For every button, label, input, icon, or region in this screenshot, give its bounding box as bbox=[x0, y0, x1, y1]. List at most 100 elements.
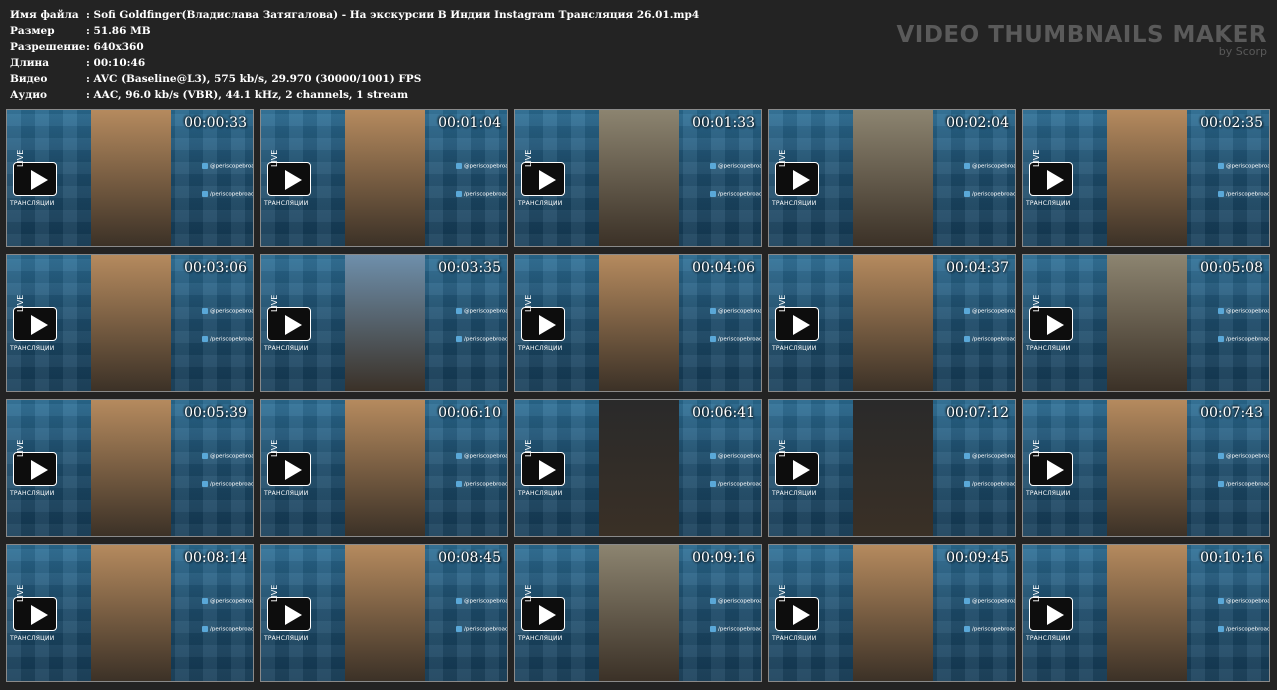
video-thumbnail[interactable]: LIVE ТРАНСЛЯЦИИ @periscopebroad/periscopeb… bbox=[260, 109, 508, 247]
twitter-icon bbox=[1218, 598, 1224, 604]
live-logo-text: LIVE bbox=[524, 439, 533, 457]
video-thumbnail[interactable]: LIVE ТРАНСЛЯЦИИ @periscopebroad/periscopeb… bbox=[1022, 544, 1270, 682]
vk-handle: /periscopebroad bbox=[456, 626, 508, 633]
twitter-handle: @periscopebroad bbox=[1218, 308, 1270, 315]
meta-row: Длина: 00:10:46 bbox=[10, 55, 699, 71]
video-thumbnail[interactable]: LIVE ТРАНСЛЯЦИИ @periscopebroad/periscopeb… bbox=[260, 399, 508, 537]
vk-handle-text: /periscopebroad bbox=[464, 191, 508, 198]
twitter-icon bbox=[964, 308, 970, 314]
video-thumbnail[interactable]: LIVE ТРАНСЛЯЦИИ @periscopebroad/periscopeb… bbox=[260, 544, 508, 682]
vk-handle-text: /periscopebroad bbox=[464, 626, 508, 633]
video-thumbnail[interactable]: LIVE ТРАНСЛЯЦИИ @periscopebroad/periscopeb… bbox=[514, 109, 762, 247]
timestamp: 00:02:35 bbox=[1200, 115, 1263, 131]
twitter-handle: @periscopebroad bbox=[202, 453, 254, 460]
live-logo-text: LIVE bbox=[16, 439, 25, 457]
video-frame bbox=[1107, 255, 1187, 391]
twitter-handle-text: @periscopebroad bbox=[718, 308, 762, 315]
video-frame bbox=[853, 400, 933, 536]
video-thumbnail[interactable]: LIVE ТРАНСЛЯЦИИ @periscopebroad/periscopeb… bbox=[768, 109, 1016, 247]
twitter-handle: @periscopebroad bbox=[202, 598, 253, 605]
vk-handle: /periscopebroad bbox=[456, 481, 508, 488]
meta-value: : Sofi Goldfinger(Владислава Затягалова)… bbox=[86, 9, 700, 21]
live-logo-icon: LIVE bbox=[13, 585, 57, 631]
vk-handle-text: /periscopebroad bbox=[210, 481, 254, 488]
twitter-handle: @periscopebroad bbox=[964, 163, 1016, 170]
video-thumbnail[interactable]: LIVE ТРАНСЛЯЦИИ @periscopebroad/periscopeb… bbox=[1022, 109, 1270, 247]
twitter-icon bbox=[964, 598, 970, 604]
live-logo-text: LIVE bbox=[1032, 584, 1041, 602]
live-logo-text: LIVE bbox=[778, 294, 787, 312]
video-thumbnail[interactable]: LIVE ТРАНСЛЯЦИИ @periscopebroad/periscopeb… bbox=[514, 254, 762, 392]
timestamp: 00:00:33 bbox=[184, 115, 247, 131]
twitter-handle: @periscopebroad bbox=[202, 308, 253, 315]
live-logo-subtitle: ТРАНСЛЯЦИИ bbox=[518, 200, 563, 207]
play-icon bbox=[1047, 605, 1064, 625]
live-logo-subtitle: ТРАНСЛЯЦИИ bbox=[10, 490, 55, 497]
live-logo-text: LIVE bbox=[16, 149, 25, 167]
twitter-handle: @periscopebroad bbox=[456, 598, 507, 605]
video-thumbnail[interactable]: LIVE ТРАНСЛЯЦИИ @periscopebroad/periscopeb… bbox=[1022, 399, 1270, 537]
play-icon bbox=[285, 460, 302, 480]
twitter-handle-text: @periscopebroad bbox=[1226, 308, 1270, 315]
timestamp: 00:05:39 bbox=[184, 405, 247, 421]
twitter-handle-text: @periscopebroad bbox=[210, 453, 254, 460]
video-thumbnail[interactable]: LIVE ТРАНСЛЯЦИИ @periscopebroad/periscopeb… bbox=[514, 399, 762, 537]
video-thumbnail[interactable]: LIVE ТРАНСЛЯЦИИ @periscopebroad/periscopeb… bbox=[768, 254, 1016, 392]
video-thumbnail[interactable]: LIVE ТРАНСЛЯЦИИ @periscopebroad/periscopeb… bbox=[260, 254, 508, 392]
vk-icon bbox=[1218, 626, 1224, 632]
timestamp: 00:07:12 bbox=[946, 405, 1009, 421]
timestamp: 00:01:33 bbox=[692, 115, 755, 131]
video-thumbnail[interactable]: LIVE ТРАНСЛЯЦИИ @periscopebroad/periscopeb… bbox=[6, 109, 254, 247]
video-thumbnail[interactable]: LIVE ТРАНСЛЯЦИИ @periscopebroad/periscopeb… bbox=[768, 544, 1016, 682]
video-thumbnail[interactable]: LIVE ТРАНСЛЯЦИИ @periscopebroad/periscopeb… bbox=[6, 399, 254, 537]
twitter-handle-text: @periscopebroad bbox=[464, 453, 508, 460]
live-logo-icon: LIVE bbox=[1029, 150, 1073, 196]
live-logo-icon: LIVE bbox=[775, 585, 819, 631]
vk-handle-text: /periscopebroad bbox=[972, 336, 1016, 343]
meta-key: Видео bbox=[10, 73, 48, 85]
vk-icon bbox=[202, 481, 208, 487]
video-frame bbox=[853, 545, 933, 681]
video-thumbnail[interactable]: LIVE ТРАНСЛЯЦИИ @periscopebroad/periscopeb… bbox=[6, 254, 254, 392]
twitter-handle: @periscopebroad bbox=[1218, 598, 1269, 605]
meta-key: Имя файла bbox=[10, 9, 79, 21]
video-frame bbox=[1107, 110, 1187, 246]
play-icon bbox=[1047, 460, 1064, 480]
vk-handle-text: /periscopebroad bbox=[718, 626, 762, 633]
play-icon bbox=[793, 605, 810, 625]
twitter-handle-text: @periscopebroad bbox=[1226, 453, 1270, 460]
twitter-handle-text: @periscopebroad bbox=[972, 163, 1016, 170]
twitter-handle: @periscopebroad bbox=[1218, 163, 1269, 170]
vk-icon bbox=[964, 481, 970, 487]
twitter-handle-text: @periscopebroad bbox=[718, 163, 762, 170]
live-logo-text: LIVE bbox=[270, 584, 279, 602]
timestamp: 00:08:45 bbox=[438, 550, 501, 566]
video-thumbnail[interactable]: LIVE ТРАНСЛЯЦИИ @periscopebroad/periscopeb… bbox=[514, 544, 762, 682]
twitter-handle: @periscopebroad bbox=[964, 308, 1015, 315]
live-logo-text: LIVE bbox=[778, 439, 787, 457]
vk-handle-text: /periscopebroad bbox=[464, 481, 508, 488]
live-logo-subtitle: ТРАНСЛЯЦИИ bbox=[10, 345, 55, 352]
vk-icon bbox=[964, 191, 970, 197]
meta-value: : AVC (Baseline@L3), 575 kb/s, 29.970 (3… bbox=[86, 73, 422, 85]
live-logo-text: LIVE bbox=[1032, 294, 1041, 312]
play-icon bbox=[539, 315, 556, 335]
vk-handle-text: /periscopebroad bbox=[972, 191, 1016, 198]
vk-handle-text: /periscopebroad bbox=[1226, 191, 1270, 198]
twitter-handle-text: @periscopebroad bbox=[464, 308, 508, 315]
vk-handle-text: /periscopebroad bbox=[464, 336, 508, 343]
vk-handle-text: /periscopebroad bbox=[1226, 336, 1270, 343]
live-logo-subtitle: ТРАНСЛЯЦИИ bbox=[264, 635, 309, 642]
video-thumbnail[interactable]: LIVE ТРАНСЛЯЦИИ @periscopebroad/periscopeb… bbox=[1022, 254, 1270, 392]
meta-key: Разрешение bbox=[10, 41, 86, 53]
video-thumbnail[interactable]: LIVE ТРАНСЛЯЦИИ @periscopebroad/periscopeb… bbox=[768, 399, 1016, 537]
twitter-handle: @periscopebroad bbox=[456, 163, 507, 170]
timestamp: 00:03:35 bbox=[438, 260, 501, 276]
meta-key: Размер bbox=[10, 25, 55, 37]
file-info: Имя файла : Sofi Goldfinger(Владислава За… bbox=[10, 7, 699, 103]
live-logo-icon: LIVE bbox=[521, 150, 565, 196]
vk-handle: /periscopebroad bbox=[964, 626, 1015, 633]
live-logo-text: LIVE bbox=[16, 294, 25, 312]
timestamp: 00:02:04 bbox=[946, 115, 1009, 131]
video-thumbnail[interactable]: LIVE ТРАНСЛЯЦИИ @periscopebroad/periscopeb… bbox=[6, 544, 254, 682]
